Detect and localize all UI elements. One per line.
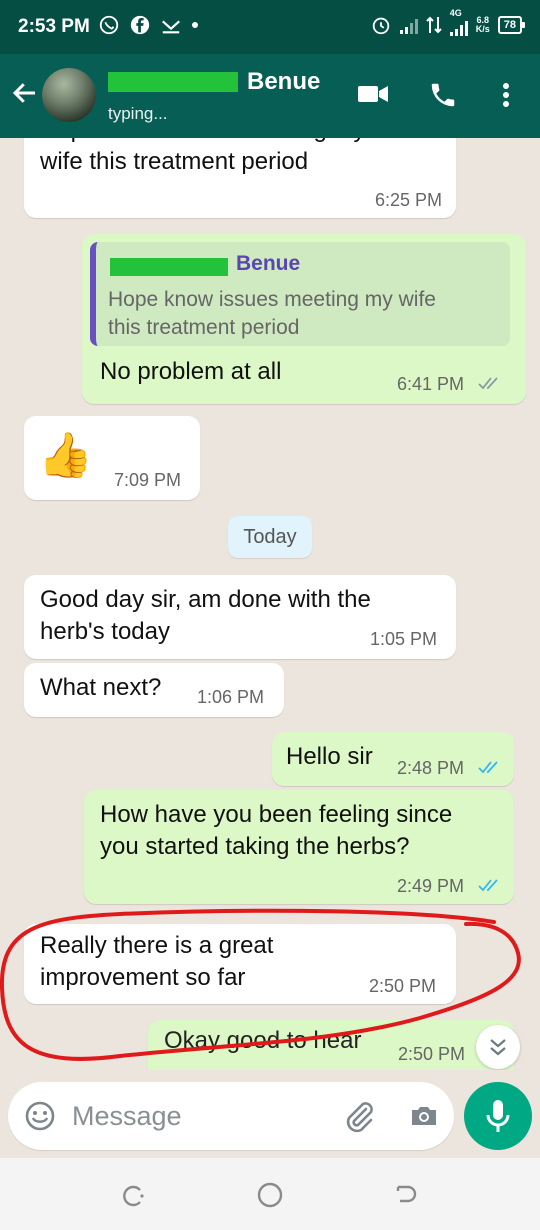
speed-unit: K/s xyxy=(475,24,490,34)
message-text: Okay good to hear xyxy=(164,1027,362,1054)
scroll-to-bottom-button[interactable] xyxy=(476,1025,520,1069)
redaction-mark xyxy=(110,258,228,276)
voice-message-button[interactable] xyxy=(464,1082,532,1150)
back-arrow-icon[interactable] xyxy=(10,78,40,108)
camera-icon[interactable] xyxy=(408,1100,440,1132)
message-time: 1:05 PM xyxy=(370,629,438,649)
message-text: Good day sir, am done with the herb's to… xyxy=(40,586,371,645)
message-input-bar[interactable]: Message xyxy=(8,1082,454,1150)
message-incoming-emoji[interactable]: 👍 7:09 PM xyxy=(24,416,200,500)
contact-name[interactable]: Benue xyxy=(247,68,320,96)
message-text: Hope know issues meeting my wife this tr… xyxy=(40,138,365,175)
message-text: Really there is a great improvement so f… xyxy=(40,932,274,991)
message-time: 1:06 PM xyxy=(197,687,265,707)
network-type: 4G xyxy=(449,8,462,18)
message-time: 2:50 PM xyxy=(369,976,437,996)
message-time: 2:48 PM xyxy=(397,758,465,778)
contact-avatar[interactable] xyxy=(42,68,96,122)
attach-icon[interactable] xyxy=(342,1100,376,1134)
message-incoming[interactable]: Good day sir, am done with the herb's to… xyxy=(24,575,456,659)
home-icon[interactable] xyxy=(256,1181,284,1209)
chat-area[interactable]: Hope know issues meeting my wife this tr… xyxy=(0,138,540,1158)
message-time: 6:41 PM xyxy=(397,374,465,394)
emoji-icon[interactable] xyxy=(24,1100,56,1132)
message-incoming[interactable]: Really there is a great improvement so f… xyxy=(24,924,456,1004)
message-incoming[interactable]: What next? 1:06 PM xyxy=(24,663,284,717)
quoted-text: Hope know issues meeting my wife this tr… xyxy=(108,288,436,339)
status-bar: 2:53 PM 4G 6.8 K/s 78 xyxy=(0,0,540,54)
redaction-mark xyxy=(108,72,238,92)
thumbs-up-emoji: 👍 xyxy=(38,431,93,480)
microphone-icon xyxy=(486,1100,510,1132)
message-text: Hello sir xyxy=(286,743,373,770)
read-receipt-icon xyxy=(478,879,498,892)
notification-dot-icon xyxy=(192,22,198,28)
message-text: How have you been feeling since you star… xyxy=(100,801,453,860)
data-transfer-icon xyxy=(426,16,442,34)
video-call-icon[interactable] xyxy=(356,80,390,108)
whatsapp-notification-icon xyxy=(99,15,119,35)
recent-apps-icon[interactable] xyxy=(120,1182,148,1210)
date-divider: Today xyxy=(228,516,312,558)
message-incoming[interactable]: Hope know issues meeting my wife this tr… xyxy=(24,138,456,218)
network-signal: 4G xyxy=(449,8,468,36)
double-chevron-down-icon xyxy=(490,1039,506,1056)
system-nav-bar xyxy=(0,1158,540,1230)
message-text: What next? xyxy=(40,674,162,701)
message-text: No problem at all xyxy=(100,358,282,385)
message-time: 7:09 PM xyxy=(114,470,182,490)
signal-icon xyxy=(399,16,418,34)
read-receipt-icon xyxy=(478,761,498,774)
quoted-message[interactable]: Benue Hope know issues meeting my wife t… xyxy=(90,242,510,346)
read-receipt-icon xyxy=(478,377,498,390)
quoted-sender: Benue xyxy=(236,252,301,275)
message-time: 2:49 PM xyxy=(397,876,465,896)
voice-call-icon[interactable] xyxy=(428,80,458,110)
message-time: 6:25 PM xyxy=(374,190,442,210)
battery-indicator: 78 xyxy=(497,16,526,34)
message-input[interactable]: Message xyxy=(72,1101,182,1132)
chat-header: Benue typing... xyxy=(0,54,540,138)
alarm-icon xyxy=(372,17,389,35)
facebook-notification-icon xyxy=(130,15,150,35)
status-time: 2:53 PM xyxy=(18,16,90,37)
message-time: 2:50 PM xyxy=(398,1044,466,1064)
message-outgoing[interactable]: Hello sir 2:48 PM xyxy=(272,732,514,786)
typing-status: typing... xyxy=(108,104,168,123)
network-speed: 6.8 K/s xyxy=(476,16,490,34)
back-nav-icon[interactable] xyxy=(392,1182,420,1210)
composer: Message xyxy=(0,1070,540,1158)
more-options-icon[interactable] xyxy=(498,80,514,110)
missed-call-icon xyxy=(162,20,180,34)
message-outgoing[interactable]: How have you been feeling since you star… xyxy=(84,790,514,904)
